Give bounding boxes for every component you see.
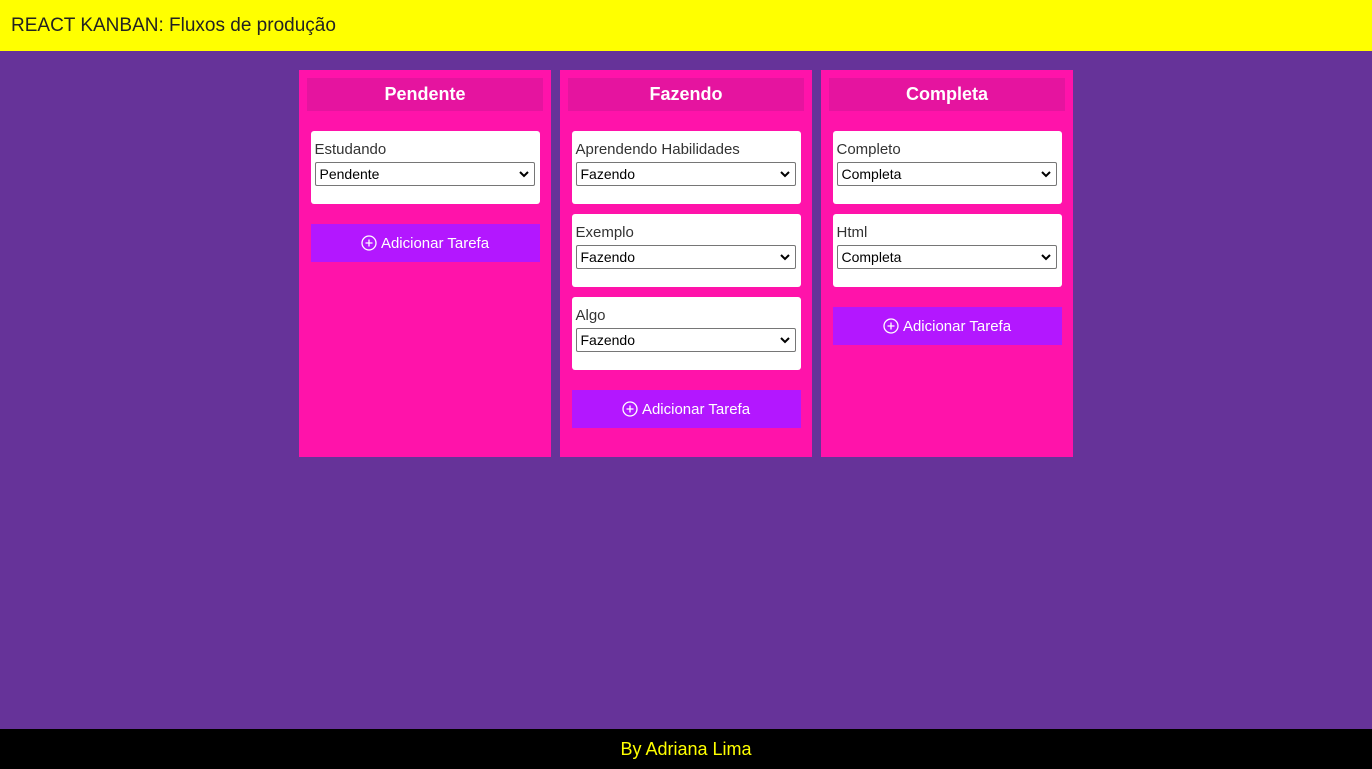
column-fazendo: Fazendo Aprendendo Habilidades Fazendo E… <box>560 70 812 457</box>
task-card: Completo Completa <box>832 131 1062 204</box>
status-select-value: Fazendo <box>580 166 635 182</box>
chevron-down-icon <box>1040 171 1051 178</box>
task-card: Exemplo Fazendo <box>571 214 801 287</box>
status-select-value: Pendente <box>319 166 380 182</box>
kanban-board: Pendente Estudando Pendente Adicionar Ta… <box>299 70 1073 457</box>
task-title: Exemplo <box>575 224 634 241</box>
footer-credit: By Adriana Lima <box>620 738 752 759</box>
task-title: Algo <box>575 307 606 324</box>
add-task-button[interactable]: Adicionar Tarefa <box>571 390 801 428</box>
app-title: REACT KANBAN: Fluxos de produção <box>11 14 336 36</box>
plus-circle-icon <box>883 318 899 334</box>
status-select[interactable]: Pendente <box>314 162 535 186</box>
column-pendente: Pendente Estudando Pendente Adicionar Ta… <box>299 70 551 457</box>
chevron-down-icon <box>779 254 790 261</box>
add-task-label: Adicionar Tarefa <box>641 400 751 418</box>
app-header: REACT KANBAN: Fluxos de produção <box>0 0 1372 51</box>
column-title: Fazendo <box>568 78 804 111</box>
status-select[interactable]: Completa <box>836 245 1057 269</box>
chevron-down-icon <box>518 171 529 178</box>
task-card: Aprendendo Habilidades Fazendo <box>571 131 801 204</box>
task-card: Algo Fazendo <box>571 297 801 370</box>
status-select[interactable]: Fazendo <box>575 162 796 186</box>
chevron-down-icon <box>779 337 790 344</box>
task-title: Html <box>836 224 868 241</box>
status-select-value: Completa <box>841 166 902 182</box>
task-title: Estudando <box>314 141 387 158</box>
task-title: Completo <box>836 141 901 158</box>
column-completa: Completa Completo Completa Html Completa… <box>821 70 1073 457</box>
plus-circle-icon <box>361 235 377 251</box>
add-task-label: Adicionar Tarefa <box>380 234 490 252</box>
add-task-button[interactable]: Adicionar Tarefa <box>832 307 1062 345</box>
task-title: Aprendendo Habilidades <box>575 141 740 158</box>
status-select-value: Fazendo <box>580 249 635 265</box>
column-title: Pendente <box>307 78 543 111</box>
plus-circle-icon <box>622 401 638 417</box>
task-card: Estudando Pendente <box>310 131 540 204</box>
add-task-label: Adicionar Tarefa <box>902 317 1012 335</box>
status-select-value: Fazendo <box>580 332 635 348</box>
task-card: Html Completa <box>832 214 1062 287</box>
add-task-button[interactable]: Adicionar Tarefa <box>310 224 540 262</box>
status-select[interactable]: Fazendo <box>575 328 796 352</box>
app-footer: By Adriana Lima <box>0 729 1372 769</box>
status-select[interactable]: Fazendo <box>575 245 796 269</box>
column-title: Completa <box>829 78 1065 111</box>
status-select[interactable]: Completa <box>836 162 1057 186</box>
status-select-value: Completa <box>841 249 902 265</box>
chevron-down-icon <box>1040 254 1051 261</box>
chevron-down-icon <box>779 171 790 178</box>
